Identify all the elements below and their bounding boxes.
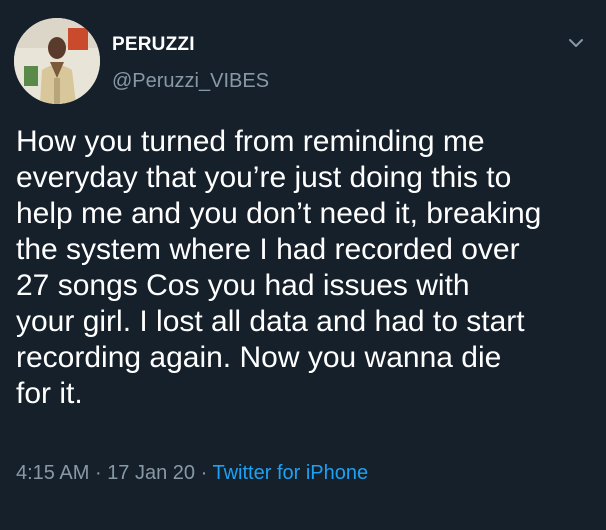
tweet-text: How you turned from reminding me everyda… — [16, 125, 542, 410]
author-display-name[interactable]: PERUZZI — [112, 34, 195, 56]
tweet-source-link[interactable]: Twitter for iPhone — [212, 462, 368, 484]
tweet-metadata: 4:15 AM · 17 Jan 20 · Twitter for iPhone — [16, 462, 368, 485]
meta-separator: · — [94, 462, 102, 484]
tweet-time[interactable]: 4:15 AM — [16, 462, 89, 484]
author-handle[interactable]: @Peruzzi_VIBES — [112, 70, 269, 93]
avatar-image — [14, 18, 100, 104]
tweet-date[interactable]: 17 Jan 20 — [107, 462, 195, 484]
avatar[interactable] — [14, 18, 100, 104]
chevron-down-icon[interactable] — [566, 36, 586, 50]
meta-separator: · — [200, 462, 208, 484]
